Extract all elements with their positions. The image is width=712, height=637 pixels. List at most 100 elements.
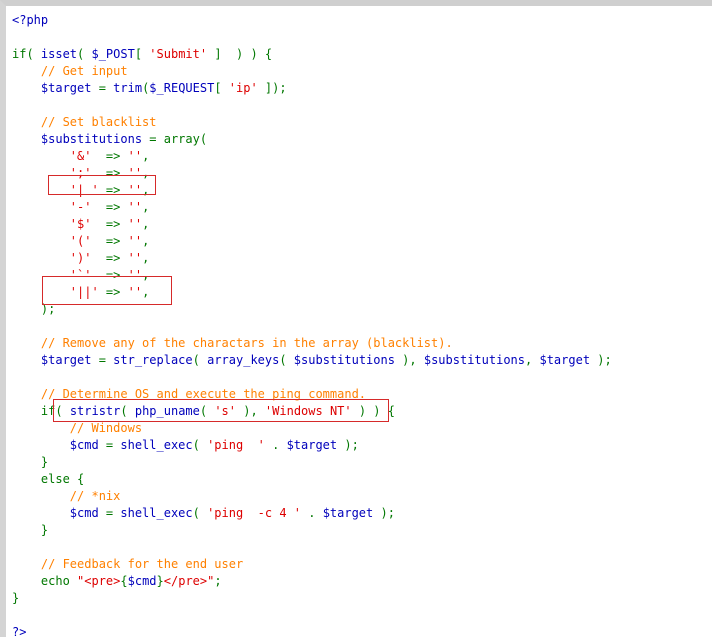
code-token: $substitutions xyxy=(40,132,150,146)
code-line: '(' => '', xyxy=(12,233,612,250)
code-token: . xyxy=(264,438,287,452)
code-token: $target xyxy=(539,353,598,367)
code-token: <?php xyxy=(12,13,49,27)
code-token: ] ) ) { xyxy=(207,47,273,61)
code-line: // Set blacklist xyxy=(12,114,612,131)
code-token: = xyxy=(105,438,121,452)
code-token: => xyxy=(91,217,128,231)
code-token: . xyxy=(301,506,323,520)
code-token: '' xyxy=(127,200,143,214)
code-token: ?> xyxy=(12,625,27,637)
code-token: , xyxy=(525,353,540,367)
highlight-stristr-condition xyxy=(53,399,389,422)
code-token: } xyxy=(156,574,164,588)
code-token: } xyxy=(12,523,49,537)
code-token: 'ping ' xyxy=(207,438,265,452)
code-token: echo xyxy=(40,574,78,588)
code-token: 'Submit' xyxy=(149,47,208,61)
code-token: = xyxy=(98,353,114,367)
code-token: ( xyxy=(77,47,92,61)
code-line: ​ xyxy=(12,369,612,386)
code-token: = xyxy=(105,506,121,520)
code-token: = array( xyxy=(149,132,208,146)
code-token: => xyxy=(91,234,128,248)
code-token: , xyxy=(142,251,150,265)
code-token: => xyxy=(91,251,128,265)
code-token: '-' xyxy=(69,200,92,214)
code-token: // Remove any of the charactars in the a… xyxy=(40,336,453,350)
code-line: ​ xyxy=(12,97,612,114)
code-token: => xyxy=(91,200,128,214)
code-token: shell_exec xyxy=(120,438,193,452)
code-line: } xyxy=(12,454,612,471)
code-token: shell_exec xyxy=(120,506,193,520)
code-token: // Set blacklist xyxy=(40,115,157,129)
code-line: ​ xyxy=(12,539,612,556)
code-line: $target = trim($_REQUEST[ 'ip' ]); xyxy=(12,80,612,97)
code-token: '' xyxy=(127,149,143,163)
code-token: $cmd xyxy=(69,438,106,452)
code-token: str_replace xyxy=(113,353,193,367)
code-line: $cmd = shell_exec( 'ping ' . $target ); xyxy=(12,437,612,454)
code-token: '' xyxy=(127,234,143,248)
code-token: trim xyxy=(113,81,143,95)
code-token: '' xyxy=(127,217,143,231)
code-token: ')' xyxy=(69,251,92,265)
code-line: '$' => '', xyxy=(12,216,612,233)
code-token: , xyxy=(142,200,150,214)
code-token: // Get input xyxy=(40,64,128,78)
code-token: } xyxy=(12,591,20,605)
code-line: '-' => '', xyxy=(12,199,612,216)
code-token: [ xyxy=(134,47,150,61)
code-line: <?php xyxy=(12,12,612,29)
code-line: ​ xyxy=(12,318,612,335)
code-line: // *nix xyxy=(12,488,612,505)
code-token: $target xyxy=(40,353,99,367)
code-token: ); xyxy=(597,353,612,367)
code-token: $substitutions xyxy=(423,353,526,367)
code-token: $_REQUEST xyxy=(149,81,215,95)
code-token: else { xyxy=(12,472,85,486)
code-line: ​ xyxy=(12,607,612,624)
code-token: , xyxy=(142,217,150,231)
code-line: $cmd = shell_exec( 'ping -c 4 ' . $targe… xyxy=(12,505,612,522)
code-line: } xyxy=(12,522,612,539)
code-token: ( xyxy=(192,353,208,367)
code-token: 'ping -c 4 ' xyxy=(207,506,301,520)
code-token: ( xyxy=(192,506,208,520)
code-line: } xyxy=(12,590,612,607)
code-token: // *nix xyxy=(69,489,121,503)
source-code-viewer: <?php​if( isset( $_POST[ 'Submit' ] ) ) … xyxy=(0,0,712,637)
code-token: => xyxy=(91,149,128,163)
code-line: ')' => '', xyxy=(12,250,612,267)
code-token: '' xyxy=(127,251,143,265)
code-line: $substitutions = array( xyxy=(12,131,612,148)
code-line: // Remove any of the charactars in the a… xyxy=(12,335,612,352)
code-token: $_POST xyxy=(91,47,135,61)
code-token: ; xyxy=(214,574,222,588)
code-token: ( xyxy=(279,353,294,367)
code-token: "<pre> xyxy=(77,574,121,588)
highlight-pipe-space-entry xyxy=(48,175,156,195)
code-token: ); xyxy=(344,438,359,452)
code-token: // Windows xyxy=(69,421,143,435)
code-token: } xyxy=(12,455,49,469)
code-token: ]); xyxy=(257,81,287,95)
code-token: $target xyxy=(286,438,345,452)
code-token: $cmd xyxy=(127,574,157,588)
code-line: $target = str_replace( array_keys( $subs… xyxy=(12,352,612,369)
